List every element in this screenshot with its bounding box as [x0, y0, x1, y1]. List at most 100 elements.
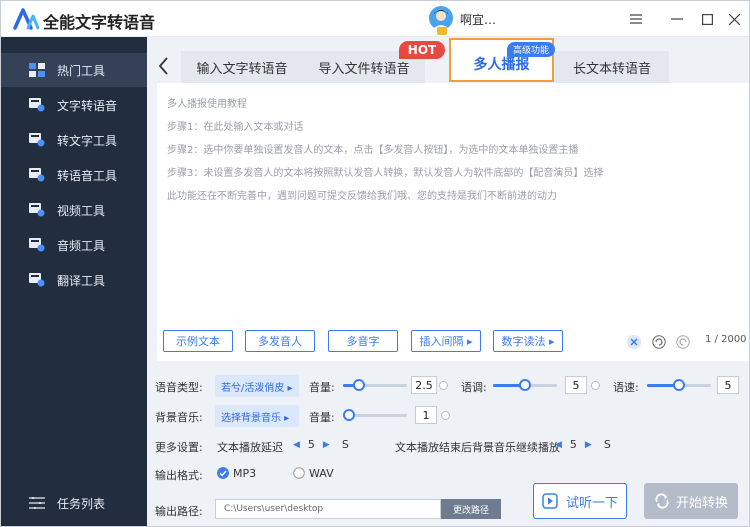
- pitch-reset-icon[interactable]: [591, 381, 600, 390]
- sidebar-item-label: 转文字工具: [57, 133, 118, 148]
- bgm-volume-label: 音量:: [309, 411, 335, 424]
- minimize-icon[interactable]: [667, 9, 687, 29]
- format-label: 输出格式:: [155, 469, 203, 482]
- main-panel: 输入文字转语音 导入文件转语音 长文本转语音 多人播报 HOT 高级功能 多人播…: [147, 37, 749, 526]
- bgm-continue-unit: S: [603, 438, 611, 451]
- bgm-continue-label: 文本播放结束后背景音乐继续播放: [395, 441, 560, 454]
- list-icon: [29, 497, 45, 509]
- tab-label: 长文本转语音: [572, 61, 651, 77]
- sidebar-item-audio-tools[interactable]: 音频工具: [1, 228, 147, 262]
- sidebar-item-label: 文字转语音: [57, 98, 118, 113]
- pitch-slider[interactable]: [493, 379, 557, 391]
- hint-line: 步骤2：选中你要单独设置发音人的文本，点击【多发音人按钮】，为选中的文本单独设置…: [167, 145, 579, 156]
- hint-line: 步骤3：未设置多发音人的文本将按照默认发音人转换，默认发音人为软件底部的【配音演…: [167, 168, 604, 179]
- sidebar-item-task-list[interactable]: 任务列表: [1, 486, 147, 520]
- more-settings-label: 更多设置:: [155, 441, 203, 454]
- sidebar-item-label: 翻译工具: [57, 273, 106, 288]
- voice-type-label: 语音类型:: [155, 381, 203, 394]
- sidebar-item-video-tools[interactable]: 视频工具: [1, 193, 147, 227]
- sidebar-item-to-text-tools[interactable]: 转文字工具: [1, 123, 147, 157]
- volume-value[interactable]: 2.5: [411, 376, 437, 394]
- sidebar-item-label: 转语音工具: [57, 168, 118, 183]
- hint-line: 此功能还在不断完善中，遇到问题可提交反馈给我们哦、您的支持是我们不断前进的动力: [167, 191, 557, 202]
- change-path-button[interactable]: 更改路径: [441, 499, 501, 519]
- vip-badge: [437, 27, 447, 35]
- editor-toolbar: 示例文本 多发音人 多音字 插入间隔 ▸ 数字读法 ▸ 1 / 2000: [157, 323, 749, 359]
- bgm-volume-reset-icon[interactable]: [441, 411, 450, 420]
- sidebar-item-translate-tools[interactable]: 翻译工具: [1, 263, 147, 297]
- hot-badge: HOT: [399, 41, 445, 59]
- tool-icon: [29, 133, 45, 147]
- slider-knob[interactable]: [519, 379, 531, 391]
- delay-stepper[interactable]: ◀ 5 ▶ S: [293, 438, 349, 451]
- insert-pause-button[interactable]: 插入间隔 ▸: [411, 330, 481, 352]
- number-reading-button[interactable]: 数字读法 ▸: [493, 330, 563, 352]
- clear-icon[interactable]: [627, 335, 641, 349]
- delay-label: 文本播放延迟: [217, 441, 283, 454]
- sidebar-item-label: 热门工具: [57, 63, 106, 78]
- char-count: 1 / 2000: [705, 334, 747, 345]
- mp3-label[interactable]: MP3: [233, 467, 256, 480]
- decrement-icon[interactable]: ◀: [293, 440, 300, 450]
- sidebar: 热门工具 文字转语音 转文字工具 转语音工具 视频工具 音频工具 翻译工具 任务…: [1, 37, 147, 526]
- start-convert-button[interactable]: 开始转换: [644, 483, 738, 519]
- listen-label: 试听一下: [565, 495, 618, 511]
- slider-knob[interactable]: [673, 379, 685, 391]
- increment-icon[interactable]: ▶: [323, 440, 330, 450]
- bgm-volume-slider[interactable]: [343, 409, 407, 421]
- speed-value[interactable]: 5: [717, 376, 739, 394]
- increment-icon[interactable]: ▶: [585, 440, 592, 450]
- pro-feature-badge: 高级功能: [507, 42, 555, 57]
- tool-icon: [29, 238, 45, 252]
- back-chevron-icon[interactable]: [155, 55, 173, 77]
- close-icon[interactable]: [724, 9, 744, 29]
- bgm-select[interactable]: 选择背景音乐 ▸: [215, 405, 299, 427]
- sidebar-item-text-to-speech[interactable]: 文字转语音: [1, 88, 147, 122]
- multi-speaker-button[interactable]: 多发音人: [245, 330, 315, 352]
- title-bar: 全能文字转语音 啊宜…: [1, 1, 749, 37]
- tab-input-text[interactable]: 输入文字转语音: [181, 51, 303, 83]
- text-editor[interactable]: 多人播报使用教程 步骤1：在此处输入文本或对话 步骤2：选中你要单独设置发音人的…: [157, 83, 749, 361]
- tab-long-text[interactable]: 长文本转语音: [555, 51, 669, 83]
- polyphone-button[interactable]: 多音字: [328, 330, 398, 352]
- slider-knob[interactable]: [353, 379, 365, 391]
- sidebar-item-label: 视频工具: [57, 203, 106, 218]
- volume-slider[interactable]: [343, 379, 407, 391]
- undo-icon[interactable]: [652, 335, 666, 349]
- sample-text-button[interactable]: 示例文本: [163, 330, 233, 352]
- tab-label: 多人播报: [473, 57, 530, 73]
- pitch-value[interactable]: 5: [565, 376, 587, 394]
- mp3-radio[interactable]: [217, 467, 229, 479]
- bgm-continue-stepper[interactable]: ◀ 5 ▶ S: [555, 438, 611, 451]
- sidebar-item-label: 音频工具: [57, 238, 106, 253]
- listen-button[interactable]: 试听一下: [533, 483, 627, 519]
- wav-label[interactable]: WAV: [309, 467, 334, 480]
- bgm-volume-value[interactable]: 1: [415, 406, 437, 424]
- wav-radio[interactable]: [293, 467, 305, 479]
- convert-icon: [655, 493, 669, 509]
- menu-icon[interactable]: [626, 9, 646, 29]
- tool-icon: [29, 203, 45, 217]
- sidebar-item-hot-tools[interactable]: 热门工具: [1, 53, 147, 87]
- voice-select[interactable]: 若兮/活泼俏皮 ▸: [215, 375, 299, 397]
- volume-label: 音量:: [309, 381, 335, 394]
- bgm-label: 背景音乐:: [155, 411, 203, 424]
- app-window: 全能文字转语音 啊宜… 热门工具 文字转语音 转文字工具 转语音工具 视频工具 …: [0, 0, 750, 527]
- pitch-label: 语调:: [461, 381, 487, 394]
- output-path-input[interactable]: C:\Users\user\desktop: [215, 499, 441, 519]
- maximize-icon[interactable]: [697, 9, 717, 29]
- speed-slider[interactable]: [647, 379, 711, 391]
- redo-icon[interactable]: [676, 335, 690, 349]
- volume-reset-icon[interactable]: [439, 381, 448, 390]
- username[interactable]: 啊宜…: [460, 11, 496, 28]
- speed-label: 语速:: [613, 381, 639, 394]
- slider-knob[interactable]: [343, 409, 356, 421]
- bgm-continue-value: 5: [569, 438, 577, 451]
- decrement-icon[interactable]: ◀: [555, 440, 562, 450]
- path-label: 输出路径:: [155, 505, 203, 518]
- delay-value: 5: [307, 438, 315, 451]
- convert-label: 开始转换: [675, 495, 728, 511]
- app-logo-icon: [13, 8, 39, 30]
- sidebar-item-to-speech-tools[interactable]: 转语音工具: [1, 158, 147, 192]
- hint-line: 多人播报使用教程: [167, 99, 247, 110]
